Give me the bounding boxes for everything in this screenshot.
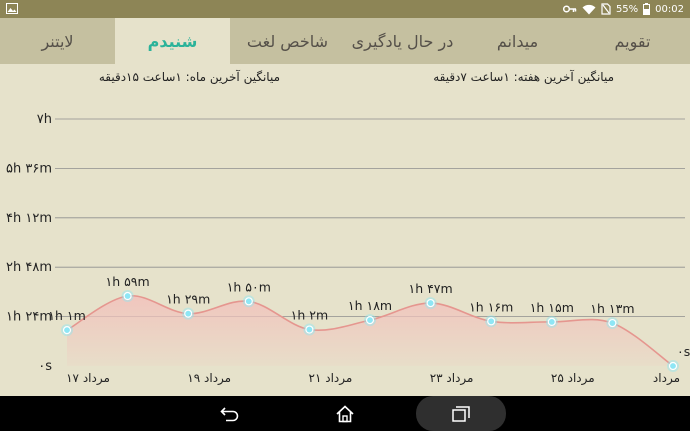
- navigation-bar: [0, 396, 690, 431]
- y-tick-label: ۷h: [37, 112, 52, 127]
- x-tick-label: مرداد: [653, 371, 680, 386]
- data-label: ۱h ۲m: [291, 308, 329, 323]
- tab-word-index[interactable]: شاخص لغت: [230, 18, 345, 64]
- data-label: ۱h ۱۶m: [469, 299, 513, 314]
- data-point: [365, 316, 375, 325]
- data-point: [244, 297, 253, 306]
- data-label: ۱h ۱m: [48, 308, 86, 323]
- data-point: [608, 318, 617, 328]
- tab-listened[interactable]: شنیدم: [115, 18, 230, 64]
- data-point: [305, 325, 314, 334]
- data-label: ۱h ۵۹m: [105, 274, 149, 289]
- x-tick-label: ۲۱ مرداد: [309, 371, 353, 386]
- tab-bar: تقویم میدانم در حال یادگیری شاخص لغت شنی…: [0, 18, 690, 64]
- status-bar: 55% 00:02: [0, 0, 690, 18]
- recents-icon: [452, 405, 470, 422]
- data-label: ۱h ۲۹m: [166, 292, 210, 307]
- battery-percent: 55%: [615, 3, 639, 15]
- data-point: [547, 317, 556, 326]
- clock: 00:02: [655, 3, 684, 15]
- data-label: ۱h ۴۷m: [408, 281, 452, 296]
- key-icon: [562, 5, 577, 13]
- tab-calendar[interactable]: تقویم: [575, 18, 690, 64]
- back-icon: [220, 406, 239, 421]
- x-tick-label: ۱۹ مرداد: [187, 371, 231, 386]
- data-label: ۱h ۱۸m: [348, 298, 392, 313]
- y-tick-label: ۲h ۴۸m: [6, 260, 52, 275]
- battery-icon: [643, 3, 651, 15]
- y-tick-label: ۴h ۱۲m: [6, 211, 52, 226]
- data-label: ۱h ۱۵m: [530, 300, 574, 315]
- home-icon: [336, 404, 354, 422]
- data-label: ۱h ۵۰m: [227, 279, 271, 294]
- data-point: [184, 309, 193, 318]
- x-tick-label: ۲۵ مرداد: [551, 371, 595, 386]
- x-tick-label: ۱۷ مرداد: [66, 371, 110, 386]
- data-label: ۱h ۱۳m: [590, 301, 634, 316]
- picture-icon: [6, 3, 18, 14]
- monthly-average: میانگین آخرین ماه: ۱ساعت ۱۵دقیقه: [98, 70, 280, 84]
- y-tick-label: ۰s: [38, 359, 52, 374]
- x-tick-label: ۲۳ مرداد: [430, 371, 474, 386]
- data-point: [123, 291, 132, 301]
- y-tick-label: ۱h ۲۴m: [6, 310, 52, 325]
- weekly-average: میانگین آخرین هفته: ۱ساعت ۷دقیقه: [433, 70, 614, 84]
- recents-button[interactable]: [416, 396, 506, 431]
- data-point: [668, 361, 678, 371]
- wifi-icon: [582, 4, 596, 14]
- data-point: [487, 317, 496, 326]
- tab-leitner[interactable]: لایتنر: [0, 18, 115, 64]
- home-button[interactable]: [315, 396, 375, 431]
- data-label: ۰s: [677, 344, 690, 359]
- tab-learning[interactable]: در حال یادگیری: [345, 18, 460, 64]
- y-tick-label: ۵h ۳۶m: [6, 161, 52, 176]
- tab-known[interactable]: میدانم: [460, 18, 575, 64]
- no-sim-icon: [601, 3, 611, 15]
- listening-time-chart: ۰s ۱h ۲۴m ۲h ۴۸m ۴h ۱۲m ۵h ۳۶m ۷h ۱h ۱m ۱h ۵۹m ۱…: [6, 112, 690, 386]
- back-button[interactable]: [200, 396, 260, 431]
- data-point: [62, 326, 72, 335]
- data-point: [426, 298, 435, 308]
